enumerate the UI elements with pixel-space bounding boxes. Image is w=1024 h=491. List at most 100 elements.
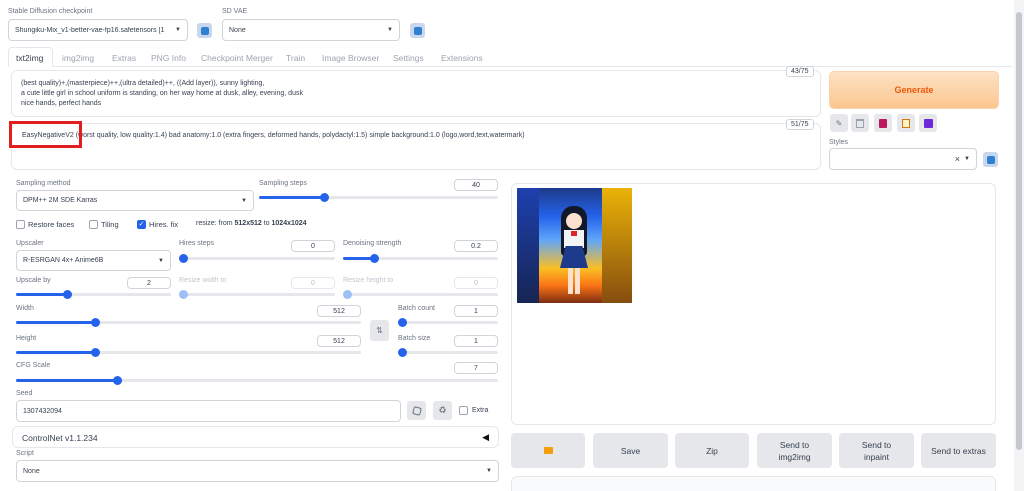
pencil-button[interactable]: ✎	[830, 114, 848, 132]
slider-handle[interactable]	[179, 254, 188, 263]
send-to-inpaint-button[interactable]: Send to inpaint	[839, 433, 914, 468]
denoising-input[interactable]: 0.2	[454, 240, 498, 252]
tab-txt2img[interactable]: txt2img	[16, 53, 43, 63]
cfg-scale-slider[interactable]	[16, 376, 498, 385]
slider-handle[interactable]	[319, 193, 329, 202]
checkpoint-label: Stable Diffusion checkpoint	[8, 8, 93, 15]
send-to-img2img-button[interactable]: Send to img2img	[757, 433, 832, 468]
resize-height-slider[interactable]	[343, 290, 498, 299]
tab-img2img[interactable]: img2img	[62, 53, 94, 63]
batch-count-slider[interactable]	[398, 318, 498, 327]
denoising-label: Denoising strength	[343, 240, 402, 247]
tab-png-info[interactable]: PNG Info	[151, 53, 186, 63]
generated-image-thumbnail[interactable]	[517, 188, 632, 303]
open-folder-button[interactable]	[511, 433, 585, 468]
send-extras-label: Send to extras	[931, 445, 986, 456]
hires-fix-label: Hires. fix	[149, 220, 179, 229]
extra-seed-label: Extra	[472, 407, 489, 414]
tab-train[interactable]: Train	[286, 53, 305, 63]
checkpoint-select[interactable]: Shungiku-Mix_v1-better-vae-fp16.safetens…	[8, 19, 188, 41]
zip-label: Zip	[706, 445, 718, 456]
resize-width-slider[interactable]	[179, 290, 335, 299]
slider-handle[interactable]	[179, 290, 188, 299]
refresh-icon	[986, 155, 995, 164]
slider-handle[interactable]	[113, 376, 123, 385]
slider-handle[interactable]	[63, 290, 73, 299]
upscale-by-slider[interactable]	[16, 290, 171, 299]
styles-select[interactable]: × ▼	[829, 148, 977, 170]
resize-info: resize: from 512x512 to 1024x1024	[196, 220, 307, 227]
upscale-by-input[interactable]: 2	[127, 277, 171, 289]
controlnet-accordion[interactable]: ControlNet v1.1.234 ◀	[12, 426, 499, 448]
batch-count-label: Batch count	[398, 305, 435, 312]
hires-steps-slider[interactable]	[179, 254, 335, 263]
negative-prompt-textarea[interactable]: EasyNegativeV2 (worst quality, low quali…	[11, 123, 821, 170]
scrollbar-track[interactable]	[1014, 0, 1024, 491]
style-book-button[interactable]	[874, 114, 892, 132]
resize-width-input[interactable]: 0	[291, 277, 335, 289]
sampling-steps-input[interactable]: 40	[454, 179, 498, 191]
denoising-slider[interactable]	[343, 254, 498, 263]
width-input[interactable]: 512	[317, 305, 361, 317]
generate-button[interactable]: Generate	[829, 71, 999, 109]
slider-handle[interactable]	[398, 318, 407, 327]
refresh-vae-button[interactable]	[410, 23, 425, 38]
send-to-extras-button[interactable]: Send to extras	[921, 433, 996, 468]
pencil-icon: ✎	[835, 118, 843, 128]
tiling-label: Tiling	[101, 220, 119, 229]
width-slider[interactable]	[16, 318, 361, 327]
trash-button[interactable]	[851, 114, 869, 132]
chevron-down-icon: ▼	[387, 27, 393, 33]
slider-fill	[259, 196, 324, 199]
vae-select[interactable]: None ▼	[222, 19, 400, 41]
resize-prefix: resize: from	[196, 220, 235, 227]
resize-mid: to	[261, 220, 272, 227]
zip-button[interactable]: Zip	[675, 433, 749, 468]
height-input[interactable]: 512	[317, 335, 361, 347]
batch-size-input[interactable]: 1	[454, 335, 498, 347]
script-select[interactable]: None ▼	[16, 460, 499, 482]
prompt-textarea[interactable]: (best quality)+,(masterpiece)++,(ultra d…	[11, 70, 821, 117]
upscaler-select[interactable]: R-ESRGAN 4x+ Anime6B ▼	[16, 250, 171, 271]
hires-fix-checkbox[interactable]: ✓	[137, 220, 146, 229]
batch-count-input[interactable]: 1	[454, 305, 498, 317]
slider-handle[interactable]	[343, 290, 352, 299]
send-inpaint-line2: inpaint	[863, 451, 890, 462]
slider-handle[interactable]	[370, 254, 379, 263]
clear-icon[interactable]: ×	[955, 154, 960, 164]
reuse-seed-button[interactable]: ♻	[433, 401, 452, 420]
extra-seed-checkbox[interactable]	[459, 406, 468, 415]
tab-extensions[interactable]: Extensions	[441, 53, 483, 63]
scrollbar-thumb[interactable]	[1016, 12, 1022, 450]
restore-faces-checkbox[interactable]	[16, 220, 25, 229]
vae-value: None	[229, 26, 246, 34]
random-seed-button[interactable]	[407, 401, 426, 420]
refresh-styles-button[interactable]	[983, 152, 998, 167]
sampling-steps-slider[interactable]	[259, 193, 498, 202]
refresh-checkpoint-button[interactable]	[197, 23, 212, 38]
hires-steps-input[interactable]: 0	[291, 240, 335, 252]
tab-extras[interactable]: Extras	[112, 53, 136, 63]
height-slider[interactable]	[16, 348, 361, 357]
sampling-method-select[interactable]: DPM++ 2M SDE Karras ▼	[16, 190, 254, 211]
cfg-scale-input[interactable]: 7	[454, 362, 498, 374]
tab-settings[interactable]: Settings	[393, 53, 424, 63]
controlnet-label: ControlNet v1.1.234	[22, 433, 98, 443]
seed-input[interactable]: 1307432094	[16, 400, 401, 422]
save-button[interactable]: Save	[593, 433, 668, 468]
clipboard-button[interactable]	[897, 114, 915, 132]
slider-handle[interactable]	[91, 348, 101, 357]
tab-image-browser[interactable]: Image Browser	[322, 53, 379, 63]
restore-faces-label: Restore faces	[28, 220, 75, 229]
tiling-checkbox[interactable]	[89, 220, 98, 229]
slider-handle[interactable]	[398, 348, 407, 357]
save-style-button[interactable]	[919, 114, 937, 132]
batch-size-slider[interactable]	[398, 348, 498, 357]
girl-ribbon	[571, 231, 577, 236]
slider-handle[interactable]	[91, 318, 101, 327]
tab-checkpoint-merger[interactable]: Checkpoint Merger	[201, 53, 273, 63]
cfg-scale-label: CFG Scale	[16, 362, 51, 369]
swap-dimensions-button[interactable]: ⇅	[370, 320, 389, 341]
resize-height-input[interactable]: 0	[454, 277, 498, 289]
wall-right	[602, 188, 632, 303]
